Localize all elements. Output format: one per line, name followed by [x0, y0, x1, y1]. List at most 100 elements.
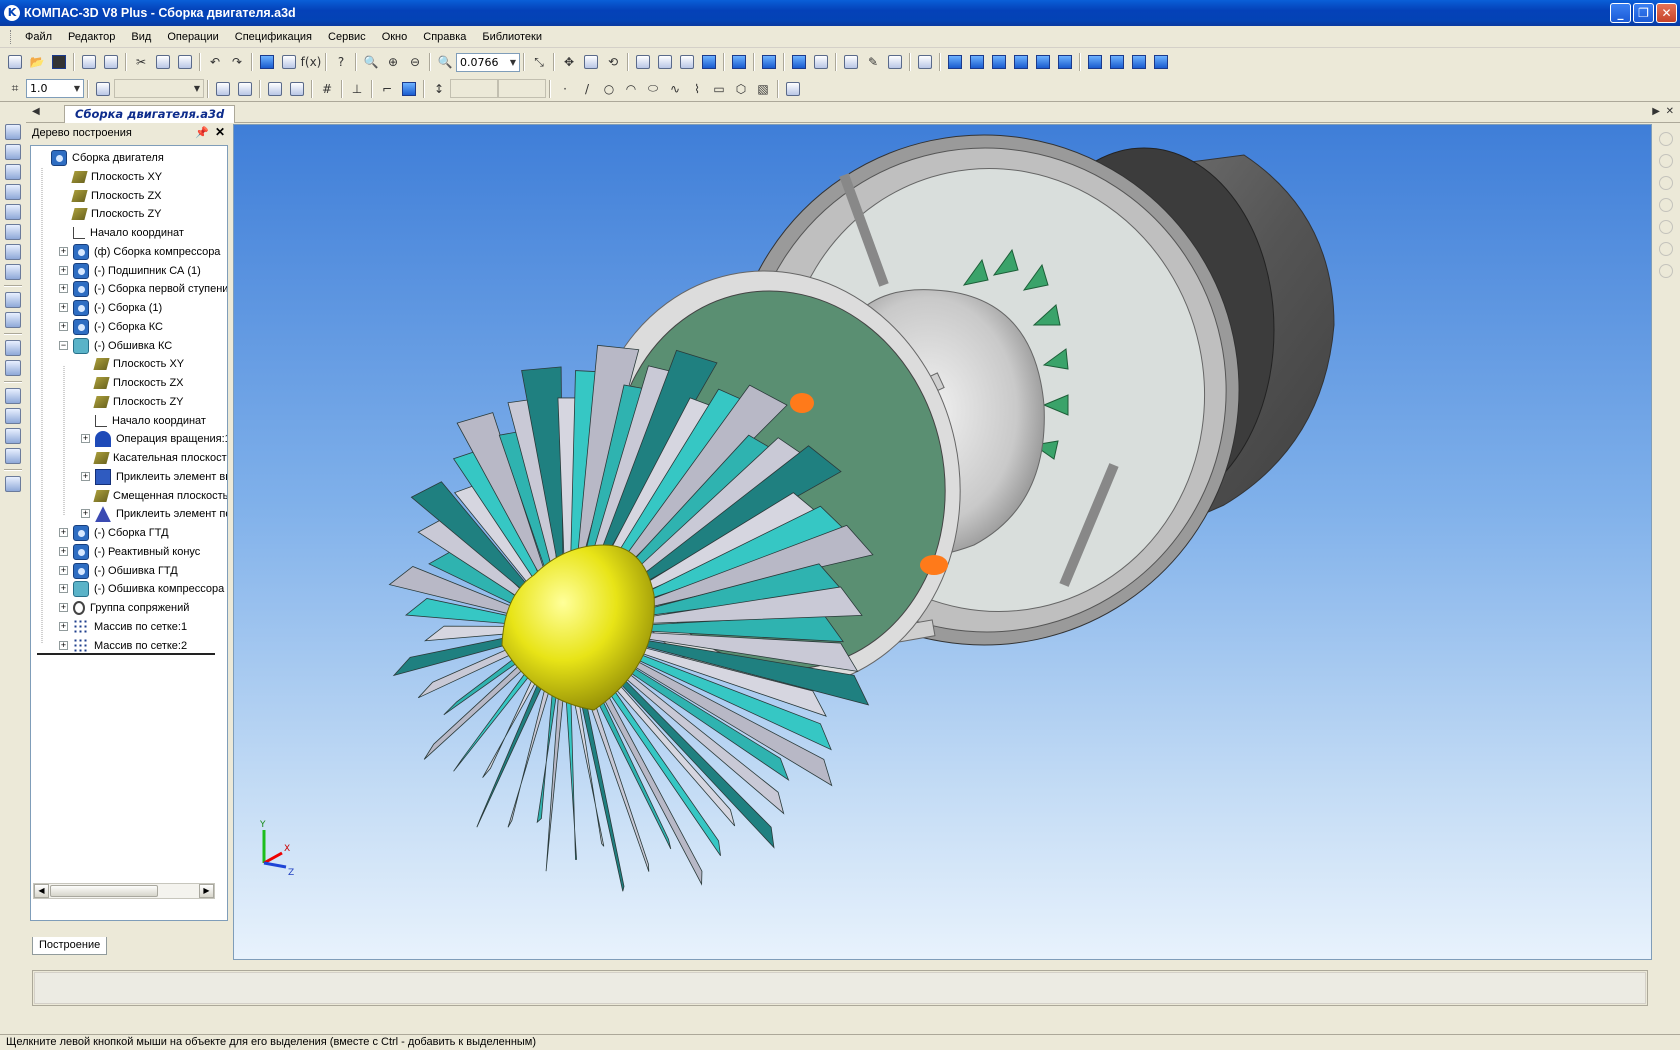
menu-file[interactable]: Файл	[17, 31, 60, 43]
tree-node[interactable]: Начало координат	[95, 411, 206, 431]
print-preview-icon[interactable]	[101, 52, 121, 72]
part-icon[interactable]	[235, 79, 255, 99]
zoom-scale-icon[interactable]: 🔍	[435, 52, 455, 72]
close-document-icon[interactable]: ✕	[1666, 106, 1674, 117]
right-tool-2-icon[interactable]	[1659, 154, 1673, 168]
tree-node[interactable]: + Приклеить элемент вы	[81, 467, 227, 487]
tree-node[interactable]: Касательная плоскость	[93, 448, 227, 468]
minimize-button[interactable]: _	[1610, 3, 1631, 23]
tree-node[interactable]: Смещенная плоскость:	[93, 486, 227, 506]
ellipse-icon[interactable]: ⬭	[643, 79, 663, 99]
zoom-out-icon[interactable]: ⊖	[405, 52, 425, 72]
menu-libraries[interactable]: Библиотеки	[474, 31, 550, 43]
tab-engine-assembly[interactable]: Сборка двигателя.a3d	[64, 105, 236, 123]
mate-icon[interactable]	[5, 204, 21, 220]
fillet-icon[interactable]	[265, 79, 285, 99]
sketch-icon[interactable]	[213, 79, 233, 99]
surface-icon[interactable]	[5, 292, 21, 308]
maximize-button[interactable]: ❐	[1633, 3, 1654, 23]
tab-scroll-left-icon[interactable]: ◀	[32, 106, 40, 117]
expand-icon[interactable]: +	[59, 640, 68, 650]
insert-component-icon[interactable]	[5, 164, 21, 180]
tree-node[interactable]: Плоскость XY	[71, 167, 162, 187]
menu-window[interactable]: Окно	[374, 31, 416, 43]
thin-hidden-icon[interactable]	[677, 52, 697, 72]
assembly-tool-icon[interactable]	[5, 312, 21, 328]
tree-node[interactable]: + Группа сопряжений	[59, 598, 189, 618]
ortho-icon[interactable]: ⌐	[377, 79, 397, 99]
new-file-icon[interactable]	[5, 52, 25, 72]
right-tool-3-icon[interactable]	[1659, 176, 1673, 190]
coord-icon[interactable]: ↕	[429, 79, 449, 99]
redo-icon[interactable]: ↷	[227, 52, 247, 72]
expand-icon[interactable]: +	[59, 303, 68, 312]
undo-icon[interactable]: ↶	[205, 52, 225, 72]
menu-view[interactable]: Вид	[123, 31, 159, 43]
close-icon[interactable]: ✕	[215, 125, 225, 139]
chevron-down-icon[interactable]: ▼	[74, 84, 80, 93]
curve-icon[interactable]	[5, 224, 21, 240]
spec-icon[interactable]	[5, 428, 21, 444]
shaded-edges-icon[interactable]	[729, 52, 749, 72]
shaded-icon[interactable]	[699, 52, 719, 72]
gear-icon[interactable]	[5, 448, 21, 464]
expand-icon[interactable]: +	[59, 284, 68, 294]
collapse-icon[interactable]: −	[59, 340, 68, 350]
menu-specification[interactable]: Спецификация	[227, 31, 320, 43]
tree-node[interactable]: + (-) Сборка ГТД	[59, 523, 169, 543]
move-component-icon[interactable]	[5, 184, 21, 200]
expand-icon[interactable]: +	[81, 434, 90, 444]
tree-node[interactable]: + (-) Обшивка ГТД	[59, 561, 178, 581]
right-tool-4-icon[interactable]	[1659, 198, 1673, 212]
chevron-down-icon[interactable]: ▼	[510, 58, 516, 67]
view-front-icon[interactable]	[945, 52, 965, 72]
tree-node[interactable]: Плоскость XY	[93, 354, 184, 374]
menu-service[interactable]: Сервис	[320, 31, 374, 43]
hatch-icon[interactable]: ▧	[753, 79, 773, 99]
tree-node[interactable]: − (-) Обшивка КС	[59, 336, 172, 356]
sheet-metal-icon[interactable]	[5, 340, 21, 356]
polyline-icon[interactable]: ⌇	[687, 79, 707, 99]
tree-node[interactable]: + (-) Сборка (1)	[59, 298, 162, 318]
sketch-tool-icon[interactable]	[5, 144, 21, 160]
hidden-lines-icon[interactable]	[655, 52, 675, 72]
coord-y-input[interactable]	[498, 79, 546, 98]
diagnostics-icon[interactable]	[5, 408, 21, 424]
tree-node[interactable]: Начало координат	[73, 223, 184, 243]
perspective-icon[interactable]	[759, 52, 779, 72]
edit-part-icon[interactable]	[5, 124, 21, 140]
snap-active-icon[interactable]	[399, 79, 419, 99]
measure-tool-icon[interactable]	[5, 388, 21, 404]
point-icon[interactable]: ·	[555, 79, 575, 99]
tree-node[interactable]: + Приклеить элемент по	[81, 504, 227, 524]
axis-icon[interactable]: ⊥	[347, 79, 367, 99]
scroll-thumb[interactable]	[50, 885, 158, 897]
magic-icon[interactable]: ✎	[863, 52, 883, 72]
engine-model-render[interactable]: Y X Z	[234, 125, 1652, 960]
orientation-icon[interactable]: ⤡	[529, 52, 549, 72]
array-tool-icon[interactable]	[5, 360, 21, 376]
zoom-window-icon[interactable]: 🔍	[361, 52, 381, 72]
view-back-icon[interactable]	[967, 52, 987, 72]
measure-icon[interactable]	[885, 52, 905, 72]
properties-icon[interactable]	[841, 52, 861, 72]
filter-tool-icon[interactable]	[5, 244, 21, 260]
tree-node[interactable]: + (-) Сборка первой ступени С	[59, 279, 227, 299]
expand-icon[interactable]: +	[59, 621, 68, 631]
variables-icon[interactable]	[279, 52, 299, 72]
spline-icon[interactable]: ∿	[665, 79, 685, 99]
close-button[interactable]: ✕	[1656, 3, 1677, 23]
paste-icon[interactable]	[175, 52, 195, 72]
right-tool-5-icon[interactable]	[1659, 220, 1673, 234]
help-pointer-icon[interactable]: ?	[331, 52, 351, 72]
manager-icon[interactable]	[257, 52, 277, 72]
property-field[interactable]	[34, 972, 1646, 1004]
tree-node[interactable]: + (-) Сборка КС	[59, 317, 163, 337]
tab-scroll-right-icon[interactable]: ▶	[1652, 106, 1660, 117]
pin-icon[interactable]: 📌	[195, 126, 209, 139]
grid-icon[interactable]: #	[317, 79, 337, 99]
menu-operations[interactable]: Операции	[159, 31, 226, 43]
expand-icon[interactable]: +	[59, 528, 68, 537]
tree-node[interactable]: Плоскость ZX	[93, 373, 184, 393]
tree-node[interactable]: + Операция вращения:1	[81, 429, 227, 449]
